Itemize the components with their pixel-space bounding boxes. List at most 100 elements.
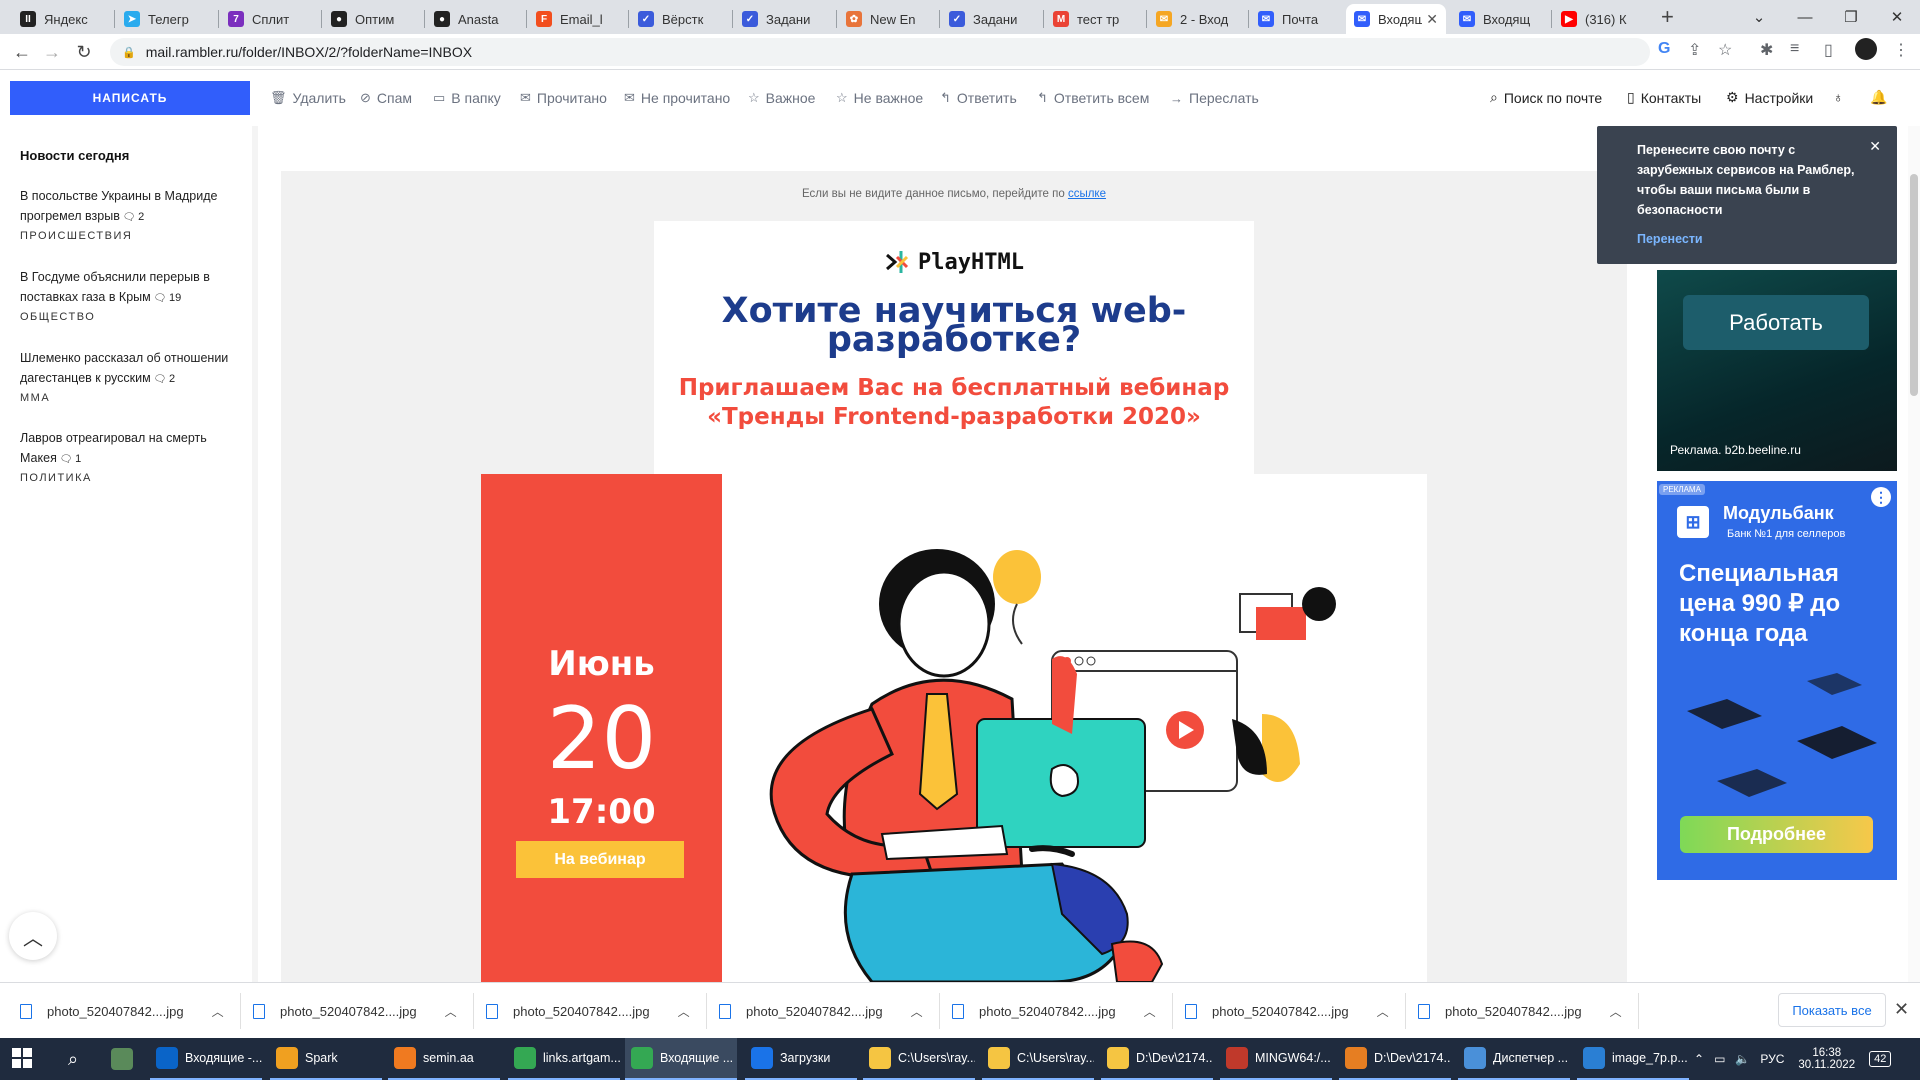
download-options-icon[interactable]: ︿ [678,1003,690,1020]
download-options-icon[interactable]: ︿ [445,1003,457,1020]
reload-icon[interactable]: ↻ [70,38,98,66]
scrollbar-thumb[interactable] [1910,174,1918,396]
scroll-top-button[interactable]: ︿ [9,912,57,960]
taskbar-app[interactable]: MINGW64:/... [1220,1038,1332,1080]
close-icon[interactable]: ✕ [1869,138,1881,155]
toolbar-forward-button[interactable]: → Переслать [1170,90,1259,106]
taskbar-app[interactable]: links.artgam... [508,1038,620,1080]
download-options-icon[interactable]: ︿ [911,1003,923,1020]
search-icon[interactable]: ⌕ [58,1038,88,1080]
contacts-button[interactable]: ▯ Контакты [1627,89,1701,106]
network-icon[interactable]: ▭ [1714,1052,1725,1066]
address-bar[interactable]: 🔒 mail.rambler.ru/folder/INBOX/2/?folder… [110,38,1650,66]
ad-beeline[interactable]: Работать Реклама. b2b.beeline.ru [1657,270,1897,471]
new-tab-button[interactable]: + [1661,4,1674,30]
tips-button[interactable]: ♁ [1833,89,1850,105]
download-item[interactable]: photo_520407842....jpg ︿ [952,983,1156,1039]
compose-button[interactable]: НАПИСАТЬ [10,81,250,115]
toolbar-read-button[interactable]: ✉ Прочитано [520,90,607,106]
ad-options-icon[interactable]: ⋮ [1871,487,1891,507]
share-icon[interactable]: ⇪ [1688,40,1701,60]
taskbar-app[interactable]: Загрузки [745,1038,857,1080]
notifications-button[interactable]: 🔔 [1870,89,1893,106]
start-button[interactable] [12,1048,32,1068]
browser-tab[interactable]: ▶ (316) К [1553,4,1649,34]
back-icon[interactable]: ← [8,38,36,66]
download-options-icon[interactable]: ︿ [212,1003,224,1020]
webinar-button[interactable]: На вебинар [516,841,684,878]
taskbar-app[interactable]: D:\Dev\2174... [1101,1038,1213,1080]
browser-tab[interactable]: ➤ Телегр [116,4,212,34]
toolbar-reply-button[interactable]: ↰ Ответить [940,90,1017,106]
browser-tab[interactable]: II Яндекс [12,4,108,34]
close-window-button[interactable]: ✕ [1874,0,1920,34]
download-item[interactable]: photo_520407842....jpg ︿ [20,983,224,1039]
browser-tab[interactable]: ✓ Вёрстк [630,4,726,34]
toolbar-trash-button[interactable]: 🗑 Удалить [270,90,346,106]
sidepanel-icon[interactable]: ▯ [1824,40,1833,60]
taskbar-app[interactable]: Spark [270,1038,382,1080]
migrate-link[interactable]: Перенести [1637,232,1703,246]
clock[interactable]: 16:38 30.11.2022 [1798,1047,1855,1071]
tab-search-icon[interactable]: ⌄ [1736,0,1782,34]
news-item[interactable]: Шлеменко рассказал об отношении дагестан… [20,348,245,404]
ad-more-button[interactable]: Подробнее [1680,816,1873,853]
download-options-icon[interactable]: ︿ [1144,1003,1156,1020]
show-all-downloads-button[interactable]: Показать все [1778,993,1886,1027]
taskbar-app[interactable]: D:\Dev\2174... [1339,1038,1451,1080]
ad-work-button[interactable]: Работать [1683,295,1869,350]
close-downloads-icon[interactable]: ✕ [1894,999,1909,1020]
download-item[interactable]: photo_520407842....jpg ︿ [486,983,690,1039]
toolbar-unread-button[interactable]: ✉ Не прочитано [624,90,730,106]
news-item[interactable]: В посольстве Украины в Мадриде прогремел… [20,186,245,242]
ad-modulbank[interactable]: РЕКЛАМА ⋮ ⊞ Модульбанк Банк №1 для селле… [1657,481,1897,880]
toolbar-reply-all-button[interactable]: ↰ Ответить всем [1037,90,1149,106]
browser-tab[interactable]: ✉ Входящ [1451,4,1547,34]
toolbar-folder-button[interactable]: ▭ В папку [433,90,501,106]
browser-tab[interactable]: ✓ Задани [941,4,1037,34]
browser-tab[interactable]: ✉ 2 - Вход [1148,4,1244,34]
tray-chevron-icon[interactable]: ⌃ [1694,1052,1704,1066]
taskbar-app[interactable]: Диспетчер ... [1458,1038,1570,1080]
forward-icon[interactable]: → [38,38,66,66]
profile-avatar[interactable] [1855,38,1877,60]
tab-close-icon[interactable]: ✕ [1426,11,1438,28]
menu-dots-icon[interactable]: ⋮ [1893,40,1909,60]
download-item[interactable]: photo_520407842....jpg ︿ [1418,983,1622,1039]
notification-center-badge[interactable]: 42 [1869,1051,1892,1067]
browser-tab[interactable]: 7 Сплит [220,4,316,34]
browser-tab[interactable]: ✉ Почта [1250,4,1346,34]
media-icon[interactable]: ≡ [1790,40,1799,58]
toolbar-spam-button[interactable]: ⊘ Спам [360,90,412,106]
browser-tab[interactable]: ✿ New En [838,4,934,34]
download-item[interactable]: photo_520407842....jpg ︿ [719,983,923,1039]
taskbar-app[interactable]: Входящие -... [150,1038,262,1080]
volume-icon[interactable]: 🔈 [1735,1052,1750,1066]
extensions-icon[interactable]: ✱ [1760,40,1773,60]
toolbar-star-button[interactable]: ☆ Важное [748,90,815,106]
toolbar-unstar-button[interactable]: ☆ Не важное [836,90,923,106]
taskbar-app[interactable]: Входящие ... [625,1038,737,1080]
download-options-icon[interactable]: ︿ [1377,1003,1389,1020]
browser-tab[interactable]: F Email_l [528,4,624,34]
page-scrollbar[interactable] [1908,126,1920,982]
google-icon[interactable]: G [1658,40,1670,58]
browser-tab[interactable]: ✉ Входящ ✕ [1346,4,1446,34]
taskbar-app[interactable]: C:\Users\ray... [863,1038,975,1080]
view-online-link[interactable]: ссылке [1068,188,1106,200]
settings-button[interactable]: ⚙ Настройки [1726,89,1813,106]
browser-tab[interactable]: ● Оптим [323,4,419,34]
app-pinned-icon[interactable] [105,1038,139,1080]
language-indicator[interactable]: РУС [1760,1052,1784,1066]
download-item[interactable]: photo_520407842....jpg ︿ [1185,983,1389,1039]
browser-tab[interactable]: ✓ Задани [734,4,830,34]
taskbar-app[interactable]: C:\Users\ray... [982,1038,1094,1080]
download-item[interactable]: photo_520407842....jpg ︿ [253,983,457,1039]
news-item[interactable]: В Госдуме объяснили перерыв в поставках … [20,267,245,323]
maximize-button[interactable]: ❐ [1828,0,1874,34]
bookmark-star-icon[interactable]: ☆ [1718,40,1732,60]
taskbar-app[interactable]: image_7p.p... [1577,1038,1689,1080]
search-mail-button[interactable]: ⌕ Поиск по почте [1490,89,1602,106]
taskbar-app[interactable]: semin.aa [388,1038,500,1080]
download-options-icon[interactable]: ︿ [1610,1003,1622,1020]
